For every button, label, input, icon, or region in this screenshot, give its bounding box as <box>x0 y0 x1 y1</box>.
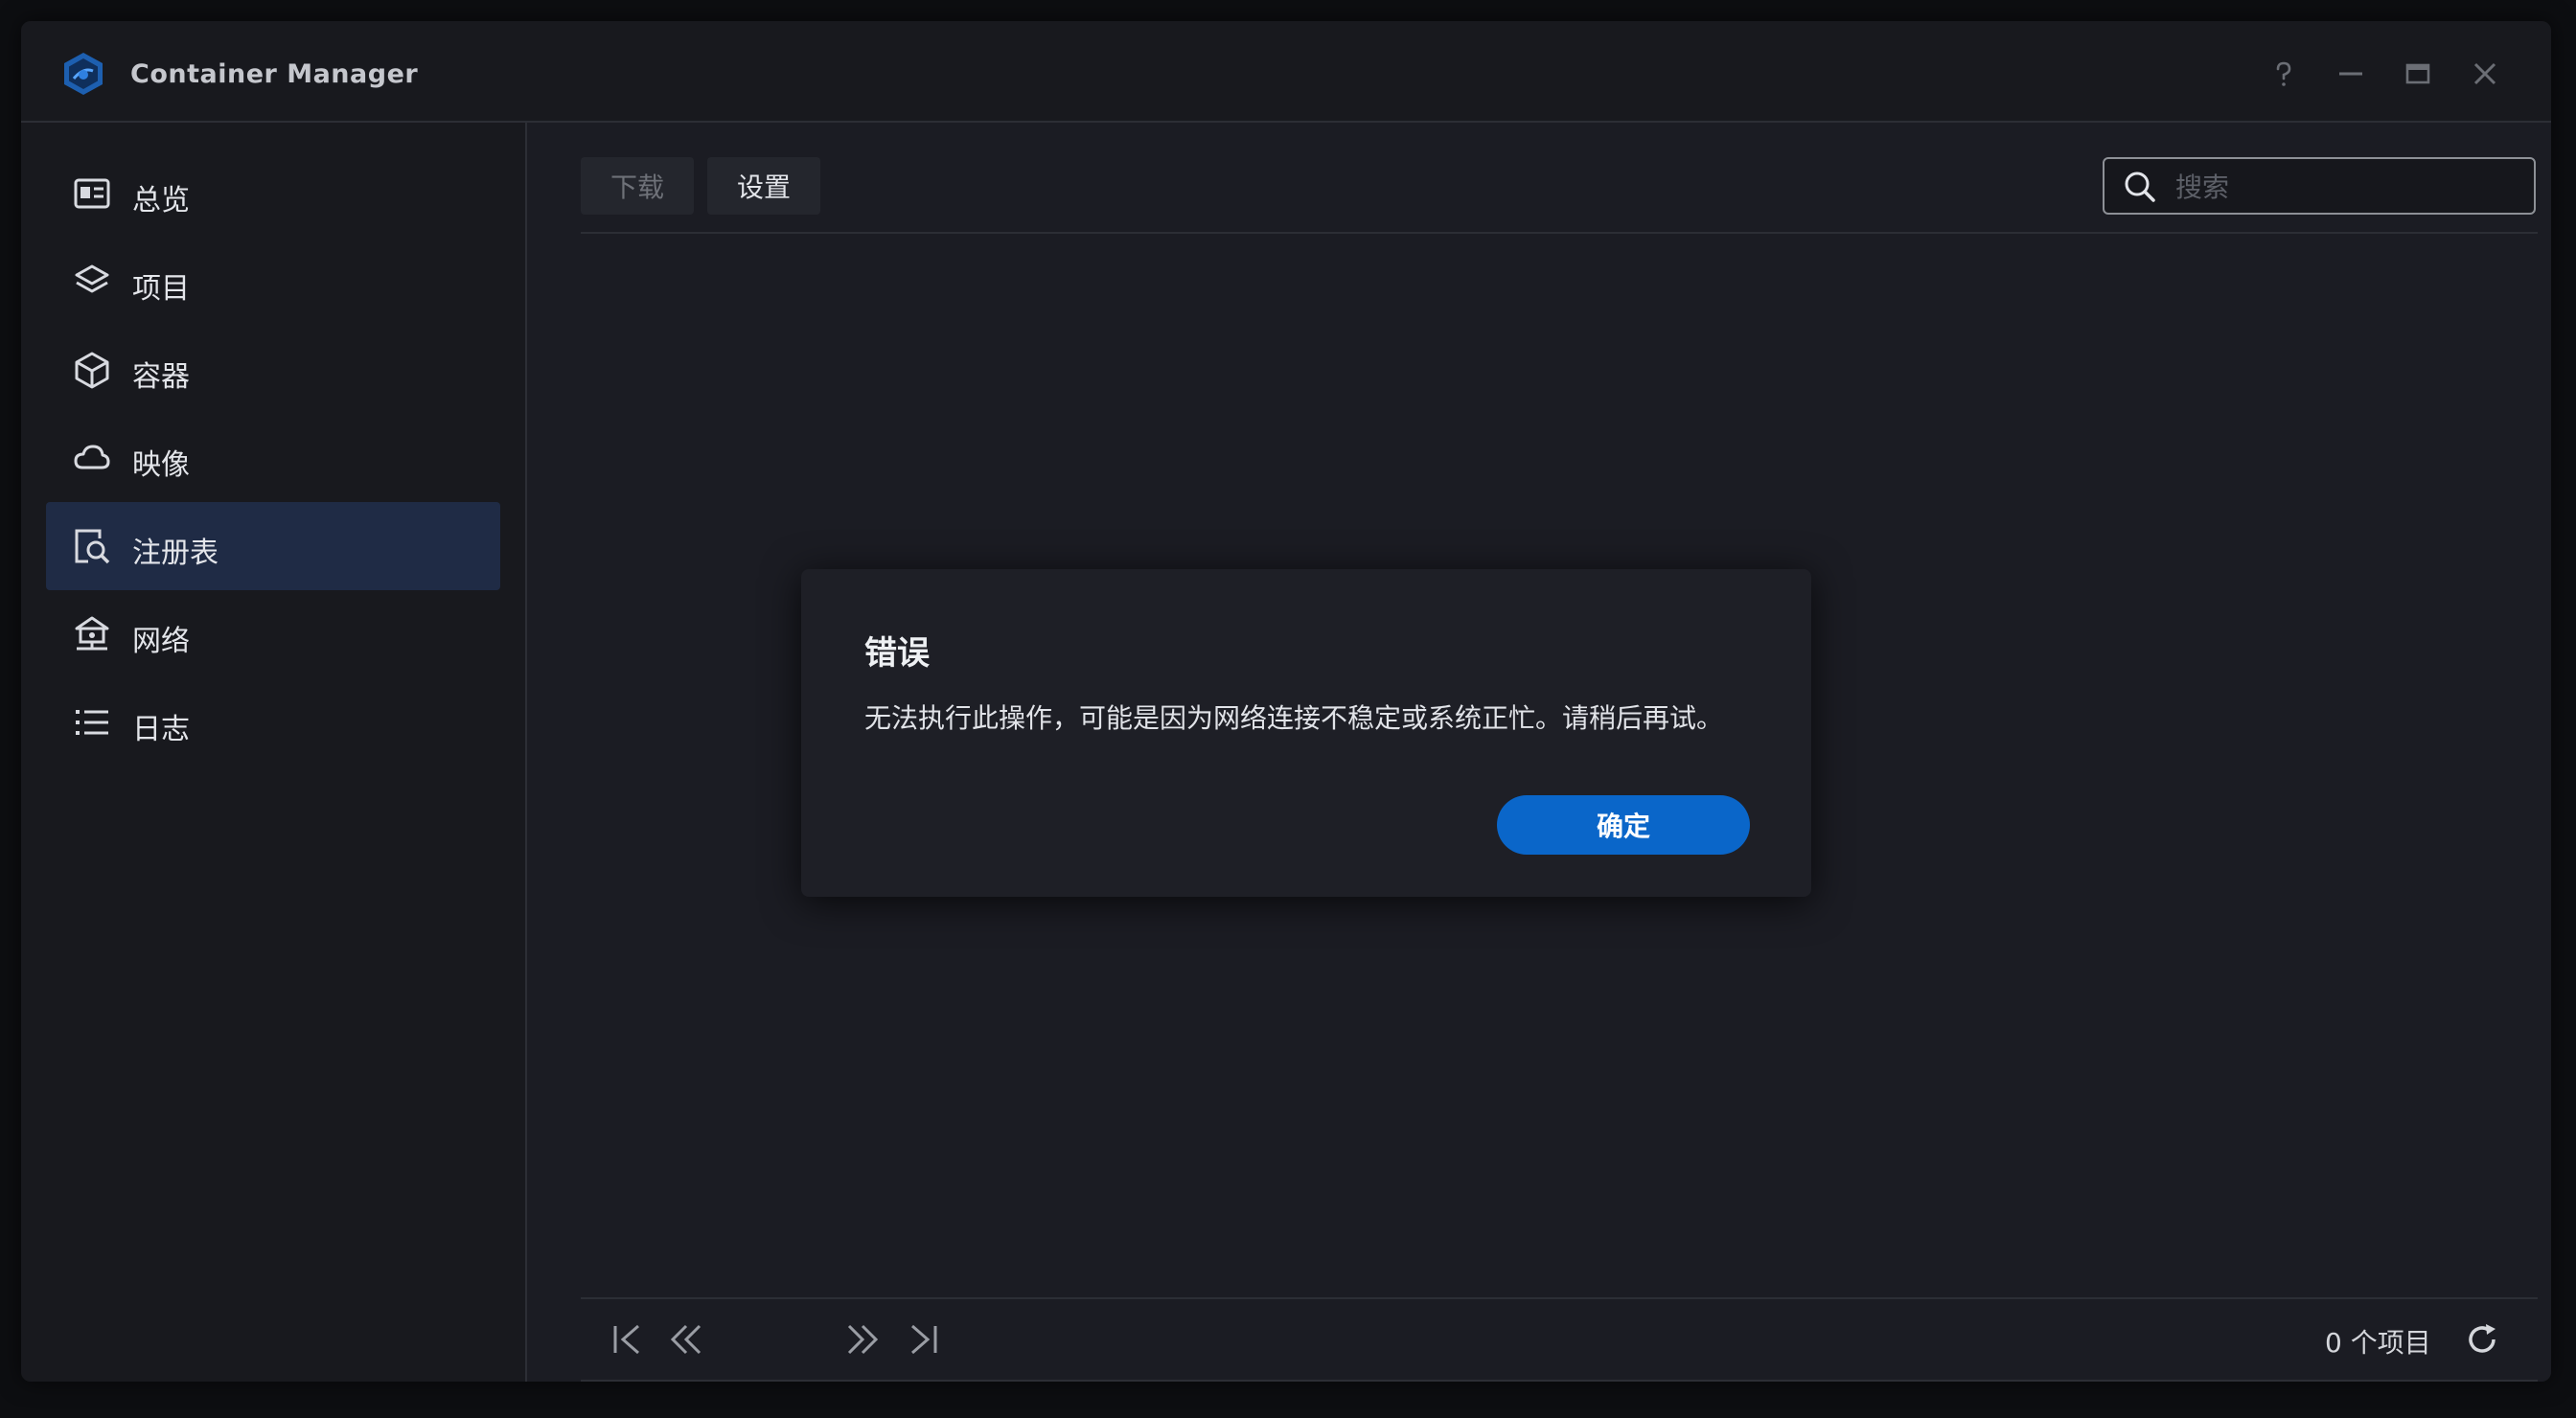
ok-button[interactable]: 确定 <box>1497 795 1750 855</box>
refresh-icon[interactable] <box>2465 1322 2499 1357</box>
download-button[interactable]: 下载 <box>581 157 694 215</box>
settings-button[interactable]: 设置 <box>707 157 820 215</box>
cube-icon <box>75 352 109 389</box>
minimize-button[interactable] <box>2327 50 2375 98</box>
sidebar-item-network[interactable]: 网络 <box>46 590 500 678</box>
first-page-icon[interactable] <box>608 1318 650 1361</box>
layers-icon <box>75 264 109 293</box>
sidebar-item-images[interactable]: 映像 <box>46 414 500 502</box>
minimize-icon <box>2339 72 2362 76</box>
search-box <box>2103 157 2536 215</box>
search-icon <box>2125 172 2155 202</box>
maximize-button[interactable] <box>2394 50 2442 98</box>
title-bar: Container Manager <box>21 21 2551 123</box>
maximize-icon <box>2405 63 2430 84</box>
sidebar-item-logs[interactable]: 日志 <box>46 678 500 766</box>
sidebar-item-overview[interactable]: 总览 <box>46 149 500 238</box>
network-home-icon <box>75 616 109 651</box>
sidebar-item-projects[interactable]: 项目 <box>46 238 500 326</box>
dialog-message: 无法执行此操作，可能是因为网络连接不稳定或系统正忙。请稍后再试。 <box>864 702 1724 734</box>
cloud-icon <box>74 445 110 469</box>
sidebar-item-label: 容器 <box>132 360 190 394</box>
app-title: Container Manager <box>130 59 419 89</box>
sidebar: 总览 项目 容器 映像 注册表 网络 日志 <box>21 123 527 1382</box>
overview-card-icon <box>74 178 110 209</box>
question-icon <box>2276 61 2291 86</box>
dialog-title: 错误 <box>864 634 930 673</box>
footer-divider-top <box>581 1297 2538 1299</box>
close-icon <box>2473 62 2496 85</box>
app-window: Container Manager 总览 项目 容器 映像 注册表 网络 日志 … <box>21 21 2551 1382</box>
next-page-icon[interactable] <box>841 1318 884 1361</box>
toolbar-divider <box>581 232 2538 234</box>
last-page-icon[interactable] <box>901 1318 943 1361</box>
item-count: 0 个项目 <box>2325 1327 2431 1359</box>
help-button[interactable] <box>2260 50 2308 98</box>
footer-divider-bottom <box>581 1380 2538 1382</box>
sidebar-item-label: 项目 <box>132 272 190 306</box>
sidebar-item-label: 日志 <box>132 713 190 746</box>
sidebar-item-label: 网络 <box>132 625 190 658</box>
sidebar-item-containers[interactable]: 容器 <box>46 326 500 414</box>
registry-search-icon <box>75 529 110 564</box>
container-manager-logo-icon <box>64 53 103 95</box>
error-dialog: 错误 无法执行此操作，可能是因为网络连接不稳定或系统正忙。请稍后再试。 确定 <box>801 569 1811 897</box>
sidebar-item-label: 映像 <box>132 448 190 482</box>
close-button[interactable] <box>2461 50 2509 98</box>
sidebar-item-label: 总览 <box>132 184 190 217</box>
sidebar-item-label: 注册表 <box>132 537 218 570</box>
search-input[interactable] <box>2174 165 2522 209</box>
previous-page-icon[interactable] <box>665 1318 707 1361</box>
sidebar-item-registry[interactable]: 注册表 <box>46 502 500 590</box>
list-icon <box>76 710 108 735</box>
